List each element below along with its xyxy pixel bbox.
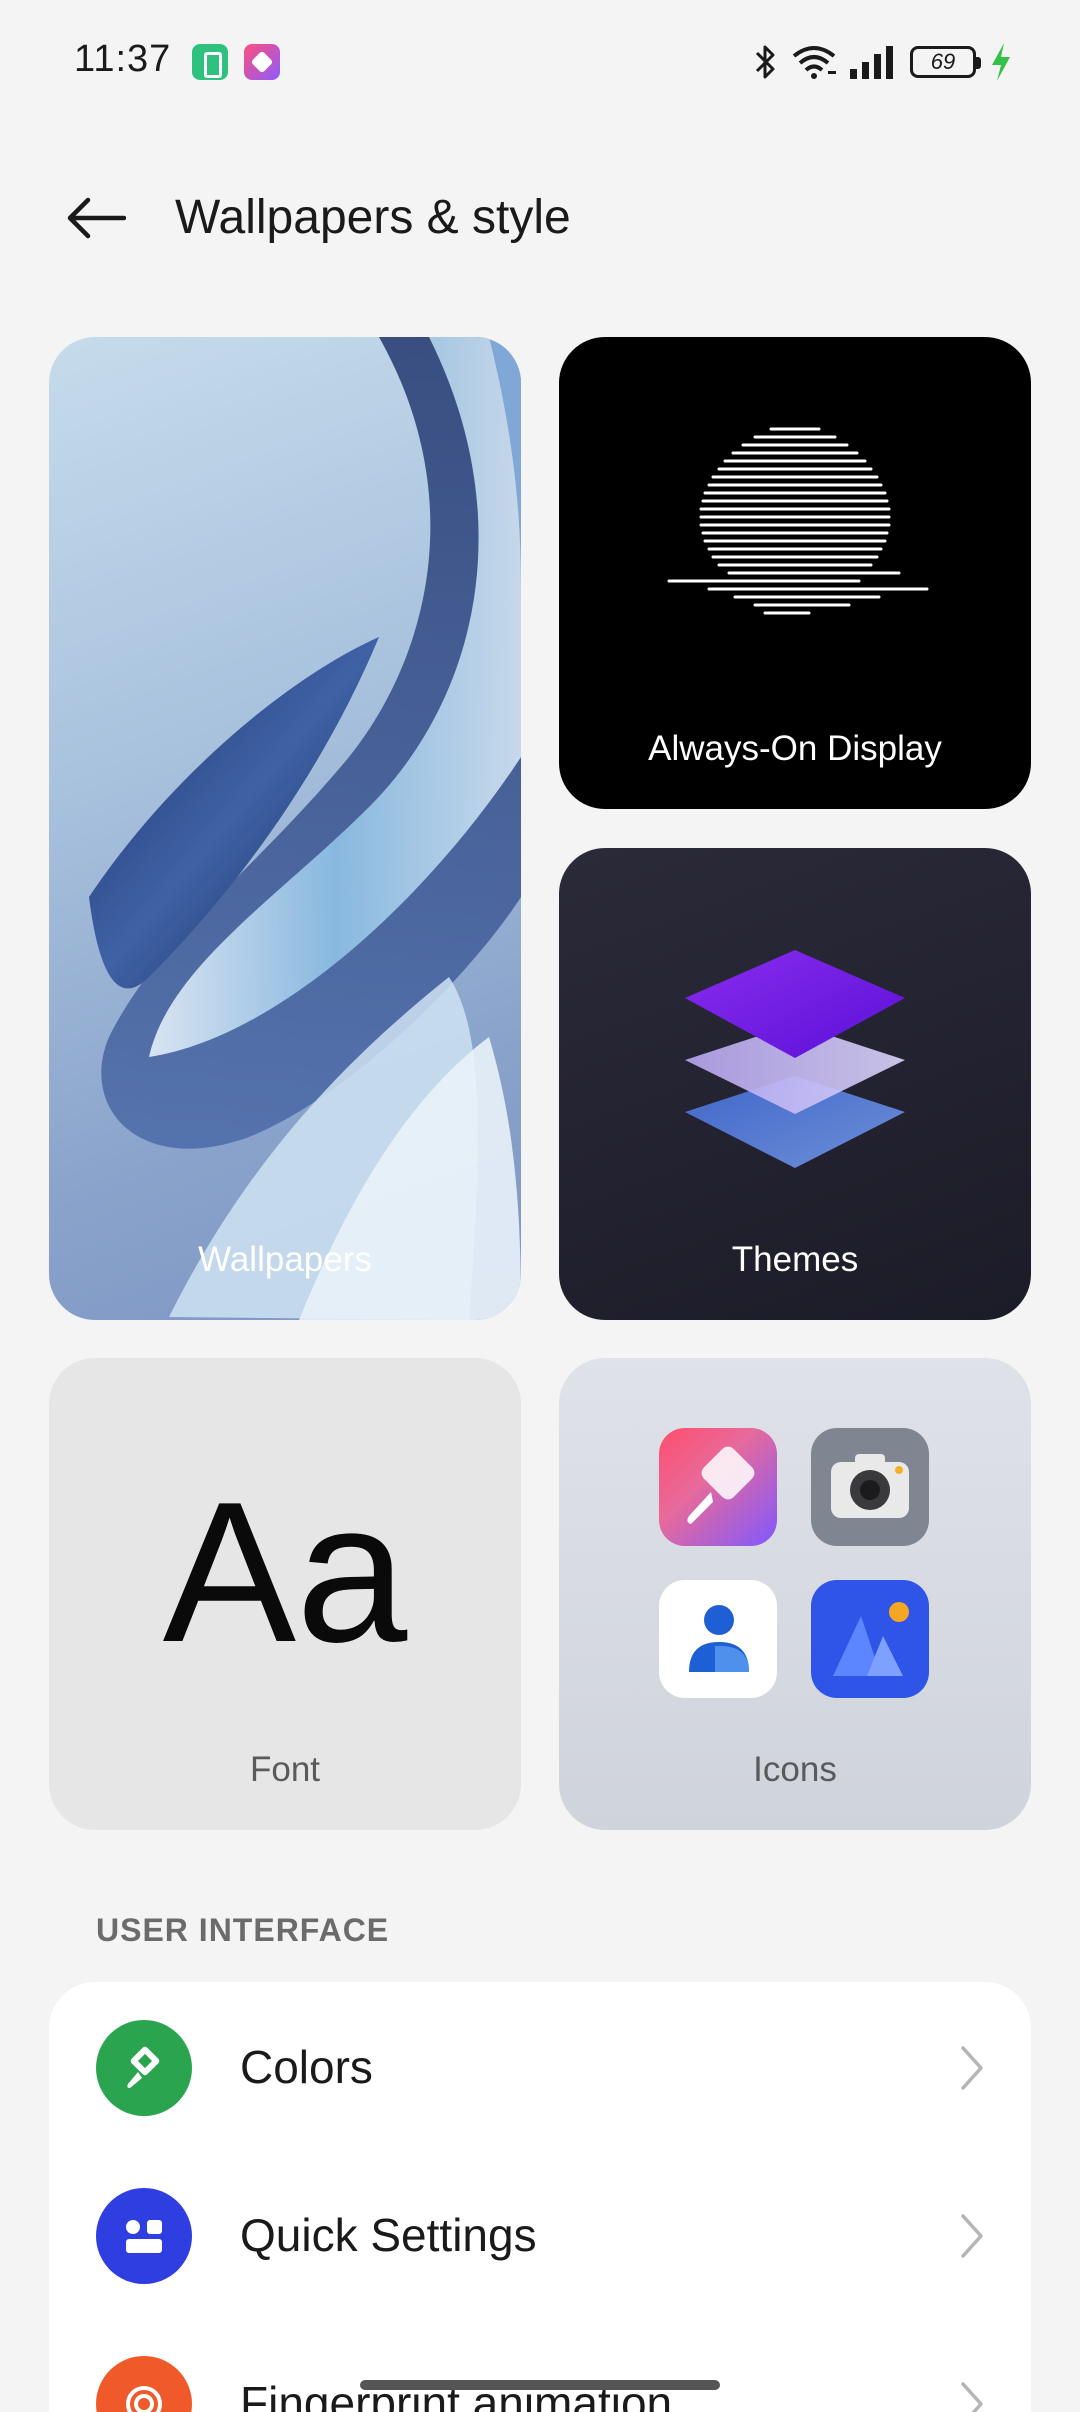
always-on-display-label: Always-On Display [648,729,942,768]
camera-app-icon [811,1428,929,1546]
battery-icon: 69 [910,46,981,78]
back-arrow-icon [67,197,126,239]
status-time: 11:37 [74,38,172,80]
icons-card[interactable]: Icons [559,1358,1031,1830]
header: Wallpapers & style [0,170,1080,260]
settings-list: Colors Quick Settings Fingerprint animat… [49,1982,1031,2412]
themes-label: Themes [731,1240,859,1279]
chevron-right-icon [961,2382,983,2412]
contacts-app-icon [659,1580,777,1698]
settings-item-quick-settings[interactable]: Quick Settings [49,2150,1031,2318]
chevron-right-icon [961,2214,983,2258]
back-button[interactable] [60,182,132,254]
chevron-right-icon [961,2046,983,2090]
theme-store-icon [244,44,280,80]
icons-label: Icons [753,1750,837,1789]
theme-store-app-icon [659,1428,777,1546]
always-on-display-card[interactable]: Always-On Display [559,337,1031,809]
wallpapers-card[interactable]: Wallpapers [49,337,521,1320]
quick-settings-icon [96,2188,192,2284]
themes-card[interactable]: Themes [559,848,1031,1320]
gallery-app-icon [811,1580,929,1698]
font-card[interactable]: Aa Font [49,1358,521,1830]
paint-bucket-icon [96,2020,192,2116]
battery-level: 69 [930,49,956,74]
font-label: Font [249,1750,321,1789]
settings-item-label: Colors [240,2041,373,2093]
signal-icon [850,46,893,79]
wallpaper-preview-image [89,337,521,1320]
charging-icon [992,43,1010,81]
settings-item-colors[interactable]: Colors [49,1982,1031,2150]
bluetooth-icon [755,45,775,79]
font-sample-text: Aa [162,1461,408,1684]
wallpapers-label: Wallpapers [198,1240,372,1279]
section-header-user-interface: USER INTERFACE [96,1912,390,1948]
status-bar: 11:37 69 [0,0,1080,125]
battery-saver-icon [192,44,228,80]
home-indicator[interactable] [360,2380,720,2390]
fingerprint-icon [96,2356,192,2412]
settings-item-fingerprint-animation[interactable]: Fingerprint animation [49,2318,1031,2412]
wifi-icon [792,46,836,79]
settings-item-label: Quick Settings [240,2209,537,2261]
page-title: Wallpapers & style [175,191,571,244]
